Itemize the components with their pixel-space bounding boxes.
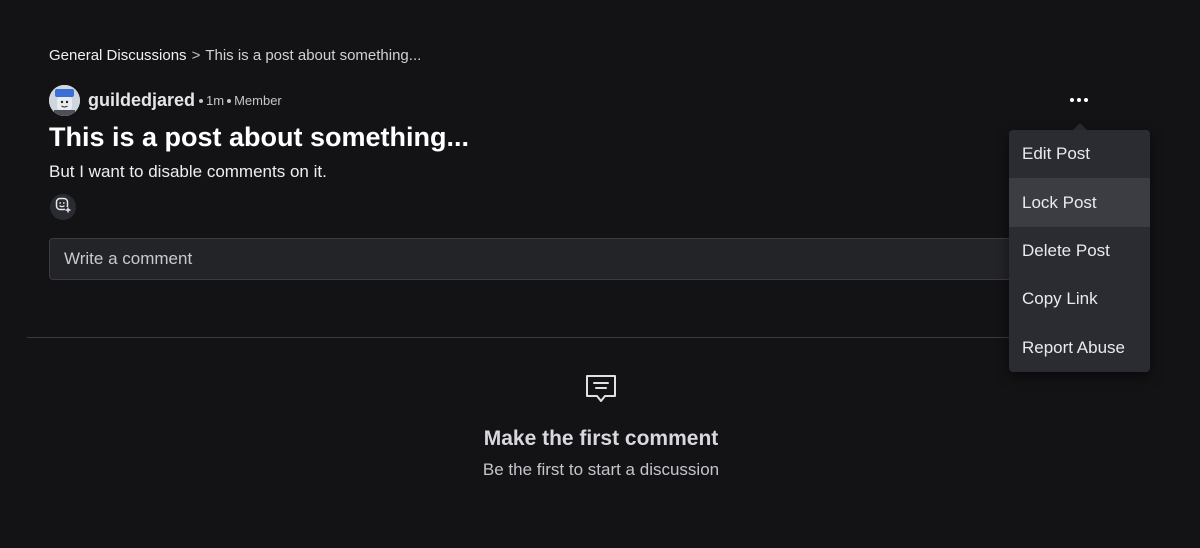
add-reaction-button[interactable] bbox=[50, 194, 76, 220]
breadcrumb-current: This is a post about something... bbox=[205, 47, 422, 64]
menu-item-report-abuse[interactable]: Report Abuse bbox=[1009, 324, 1150, 372]
menu-item-edit-post[interactable]: Edit Post bbox=[1009, 130, 1150, 178]
menu-item-copy-link[interactable]: Copy Link bbox=[1009, 275, 1150, 323]
dropdown-caret bbox=[1073, 123, 1087, 130]
separator-dot bbox=[227, 98, 232, 103]
separator-dot bbox=[199, 98, 204, 103]
author-role: Member bbox=[234, 93, 282, 108]
more-options-icon bbox=[1070, 98, 1074, 102]
post-time: 1m bbox=[206, 93, 225, 108]
comment-input-container[interactable] bbox=[49, 238, 1049, 280]
post-title: This is a post about something... bbox=[49, 122, 470, 152]
breadcrumb-root-link[interactable]: General Discussions bbox=[49, 47, 187, 64]
empty-state-subtitle: Be the first to start a discussion bbox=[482, 460, 720, 479]
post-meta: 1m Member bbox=[199, 93, 282, 108]
more-options-icon bbox=[1077, 98, 1081, 102]
empty-state-title: Make the first comment bbox=[483, 427, 719, 450]
comment-input[interactable] bbox=[64, 249, 1034, 269]
post-body: But I want to disable comments on it. bbox=[49, 162, 327, 181]
divider bbox=[27, 337, 1127, 338]
add-reaction-icon bbox=[55, 197, 71, 218]
post-page: General Discussions > This is a post abo… bbox=[0, 0, 1200, 548]
more-options-icon bbox=[1084, 98, 1088, 102]
post-options-menu: Edit Post Lock Post Delete Post Copy Lin… bbox=[1009, 130, 1150, 372]
empty-comments-state: Make the first comment Be the first to s… bbox=[400, 374, 802, 480]
author-name[interactable]: guildedjared bbox=[88, 90, 195, 111]
breadcrumb-separator: > bbox=[191, 47, 201, 64]
comment-icon bbox=[584, 374, 618, 409]
breadcrumb: General Discussions > This is a post abo… bbox=[49, 47, 421, 64]
more-options-button[interactable] bbox=[1064, 88, 1094, 112]
post-author-row: guildedjared 1m Member bbox=[49, 85, 282, 116]
menu-item-delete-post[interactable]: Delete Post bbox=[1009, 227, 1150, 275]
menu-item-lock-post[interactable]: Lock Post bbox=[1009, 178, 1150, 227]
avatar[interactable] bbox=[49, 85, 80, 116]
